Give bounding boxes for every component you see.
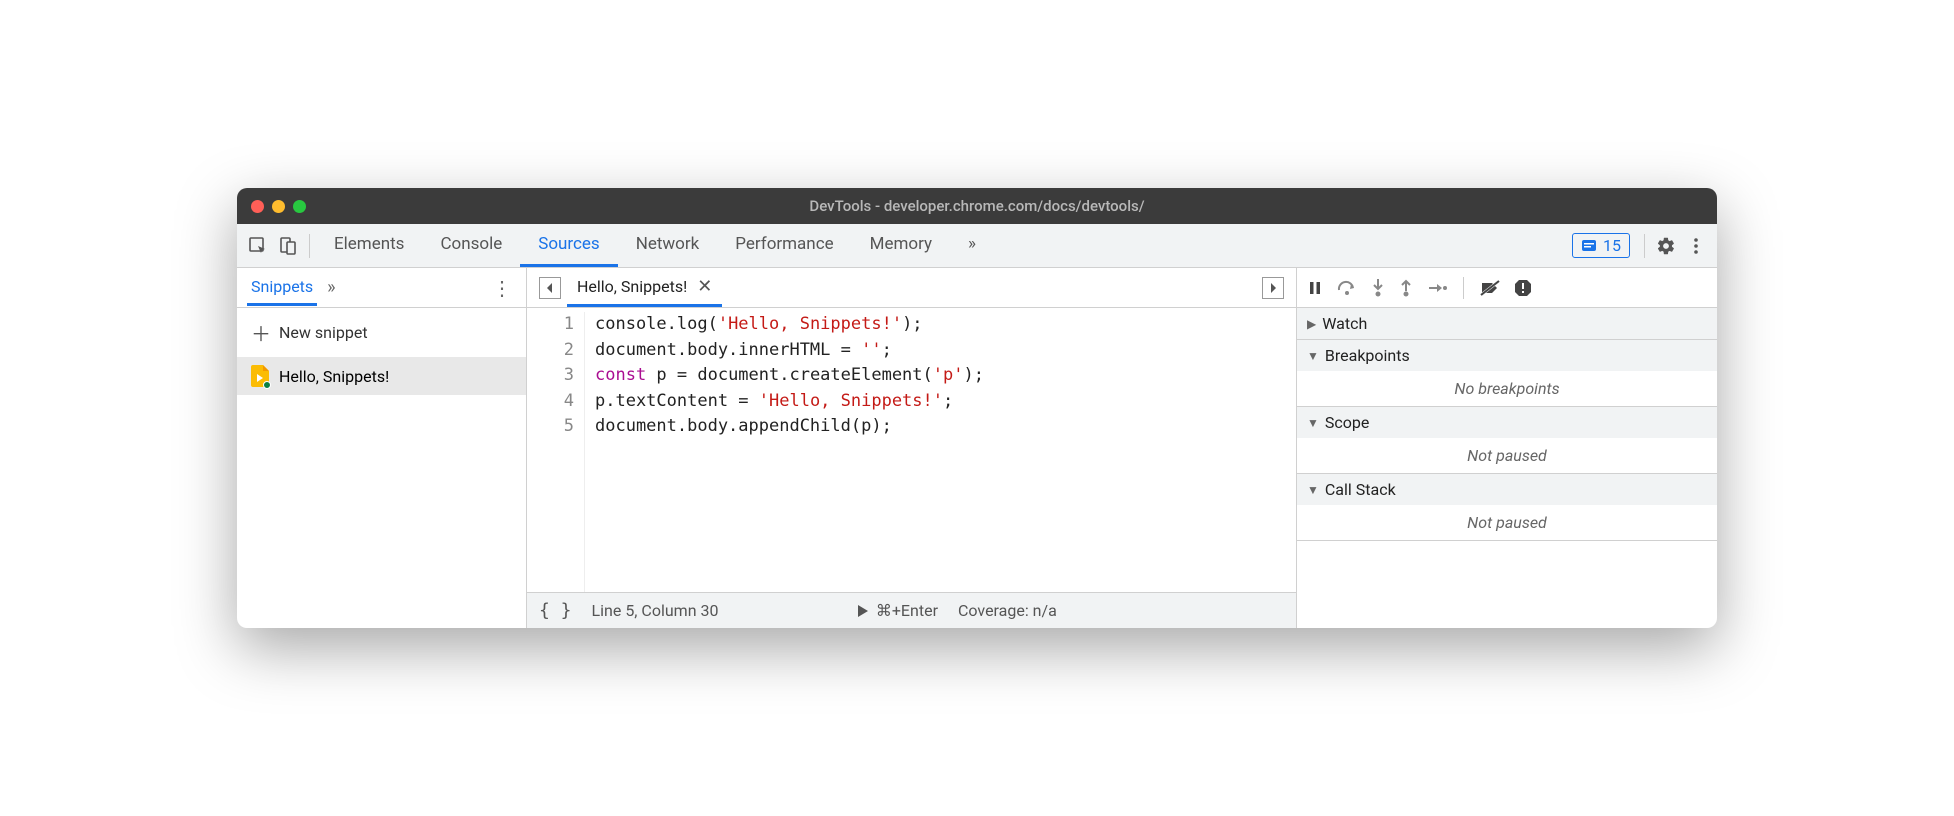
step-button[interactable]: [1427, 281, 1447, 295]
step-over-button[interactable]: [1337, 280, 1357, 296]
expanded-triangle-icon: ▼: [1307, 349, 1319, 363]
zoom-window-button[interactable]: [293, 200, 306, 213]
scope-header[interactable]: ▼ Scope: [1297, 407, 1717, 438]
pretty-print-button[interactable]: { }: [539, 600, 572, 621]
tab-sources[interactable]: Sources: [520, 224, 617, 267]
watch-section: ▶ Watch: [1297, 308, 1717, 340]
plus-icon: ＋: [251, 318, 271, 347]
tab-memory[interactable]: Memory: [852, 224, 950, 267]
issues-count: 15: [1603, 236, 1621, 255]
callstack-label: Call Stack: [1325, 480, 1396, 499]
tab-elements[interactable]: Elements: [316, 224, 422, 267]
settings-icon[interactable]: [1651, 231, 1681, 261]
collapsed-triangle-icon: ▶: [1307, 317, 1316, 331]
file-tabbar: Hello, Snippets! ✕: [527, 268, 1296, 308]
run-shortcut-hint: ⌘+Enter: [876, 601, 938, 620]
code-content[interactable]: console.log('Hello, Snippets!');document…: [585, 312, 984, 592]
callstack-body: Not paused: [1297, 505, 1717, 540]
line-number-gutter: 12345: [527, 312, 585, 592]
snippets-tab[interactable]: Snippets: [247, 269, 317, 306]
navigator-menu-icon[interactable]: ⋮: [488, 279, 516, 297]
window-title: DevTools - developer.chrome.com/docs/dev…: [809, 197, 1144, 215]
breakpoints-body: No breakpoints: [1297, 371, 1717, 406]
file-tab-title: Hello, Snippets!: [577, 277, 687, 296]
device-toolbar-icon[interactable]: [273, 231, 303, 261]
step-out-button[interactable]: [1399, 279, 1413, 297]
scope-label: Scope: [1325, 413, 1369, 432]
main-toolbar: Elements Console Sources Network Perform…: [237, 224, 1717, 268]
more-tabs-button[interactable]: »: [950, 224, 994, 267]
traffic-lights: [251, 200, 306, 213]
snippet-file-icon: [251, 365, 269, 387]
more-options-icon[interactable]: [1681, 231, 1711, 261]
more-navigator-tabs-icon[interactable]: »: [327, 277, 335, 298]
coverage-status: Coverage: n/a: [958, 601, 1057, 620]
breakpoints-section: ▼ Breakpoints No breakpoints: [1297, 340, 1717, 407]
expanded-triangle-icon: ▼: [1307, 483, 1319, 497]
pause-button[interactable]: [1307, 280, 1323, 296]
deactivate-breakpoints-button[interactable]: [1480, 280, 1500, 296]
expanded-triangle-icon: ▼: [1307, 416, 1319, 430]
code-editor[interactable]: 12345 console.log('Hello, Snippets!');do…: [527, 308, 1296, 592]
watch-header[interactable]: ▶ Watch: [1297, 308, 1717, 339]
new-snippet-label: New snippet: [279, 323, 368, 342]
tab-performance[interactable]: Performance: [717, 224, 851, 267]
tab-console[interactable]: Console: [422, 224, 520, 267]
step-into-button[interactable]: [1371, 279, 1385, 297]
issues-icon: [1581, 238, 1597, 254]
snippet-list-item[interactable]: Hello, Snippets!: [237, 357, 526, 395]
show-navigator-icon[interactable]: [539, 277, 561, 299]
debugger-panel: ▶ Watch ▼ Breakpoints No breakpoints ▼ S…: [1297, 268, 1717, 628]
main-tabs: Elements Console Sources Network Perform…: [316, 224, 994, 267]
pause-on-exceptions-button[interactable]: [1514, 279, 1532, 297]
modified-indicator-icon: [263, 381, 271, 389]
editor-statusbar: { } Line 5, Column 30 ⌘+Enter Coverage: …: [527, 592, 1296, 628]
watch-label: Watch: [1322, 314, 1367, 333]
close-window-button[interactable]: [251, 200, 264, 213]
debugger-divider: [1463, 277, 1464, 299]
devtools-window: DevTools - developer.chrome.com/docs/dev…: [237, 188, 1717, 628]
editor-panel: Hello, Snippets! ✕ 12345 console.log('He…: [527, 268, 1297, 628]
issues-badge[interactable]: 15: [1572, 233, 1630, 258]
snippet-name: Hello, Snippets!: [279, 367, 389, 386]
cursor-position: Line 5, Column 30: [592, 601, 719, 620]
debugger-toolbar: [1297, 268, 1717, 308]
show-debugger-icon[interactable]: [1262, 277, 1284, 299]
scope-section: ▼ Scope Not paused: [1297, 407, 1717, 474]
close-tab-icon[interactable]: ✕: [697, 276, 712, 297]
content-area: Snippets » ⋮ ＋ New snippet Hello, Snippe…: [237, 268, 1717, 628]
navigator-panel: Snippets » ⋮ ＋ New snippet Hello, Snippe…: [237, 268, 527, 628]
toolbar-divider: [309, 234, 310, 258]
breakpoints-header[interactable]: ▼ Breakpoints: [1297, 340, 1717, 371]
callstack-header[interactable]: ▼ Call Stack: [1297, 474, 1717, 505]
breakpoints-label: Breakpoints: [1325, 346, 1410, 365]
play-icon: [856, 604, 870, 618]
inspect-element-icon[interactable]: [243, 231, 273, 261]
run-snippet-button[interactable]: ⌘+Enter: [856, 601, 938, 620]
new-snippet-button[interactable]: ＋ New snippet: [237, 308, 526, 357]
minimize-window-button[interactable]: [272, 200, 285, 213]
toolbar-divider: [1644, 234, 1645, 258]
tab-network[interactable]: Network: [618, 224, 718, 267]
navigator-header: Snippets » ⋮: [237, 268, 526, 308]
file-tab[interactable]: Hello, Snippets! ✕: [567, 268, 722, 307]
scope-body: Not paused: [1297, 438, 1717, 473]
titlebar: DevTools - developer.chrome.com/docs/dev…: [237, 188, 1717, 224]
callstack-section: ▼ Call Stack Not paused: [1297, 474, 1717, 541]
